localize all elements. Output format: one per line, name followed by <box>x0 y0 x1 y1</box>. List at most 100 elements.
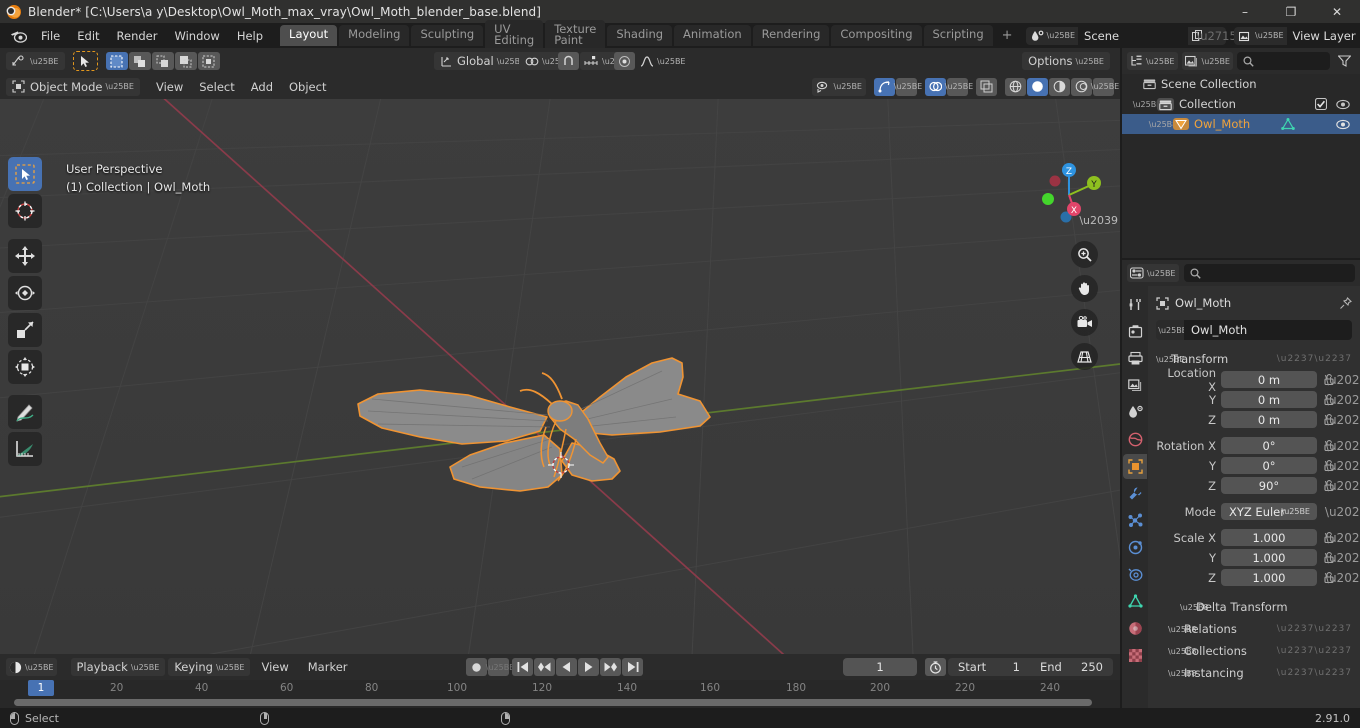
disclosure-triangle-icon[interactable]: \u25B8 <box>1149 120 1178 129</box>
outliner-search-input[interactable] <box>1237 52 1330 70</box>
scene-browse-icon[interactable]: \u25BE <box>1025 26 1079 45</box>
workspace-tab-animation[interactable]: Animation <box>674 25 751 46</box>
collection-visibility-eye-icon[interactable] <box>1336 99 1350 110</box>
outliner-display-mode-dropdown[interactable]: \u25BE <box>1181 52 1233 70</box>
jump-to-end-button[interactable] <box>622 658 643 676</box>
tab-tool[interactable] <box>1123 292 1147 317</box>
outliner-filter-icon[interactable] <box>1334 52 1355 70</box>
gizmo-options-dropdown[interactable]: \u25BE <box>894 77 922 96</box>
start-frame-field[interactable]: Start 1 <box>948 658 1030 676</box>
material-preview-shading-icon[interactable] <box>1049 77 1070 96</box>
select-invert-icon[interactable] <box>174 52 197 70</box>
animate-property-dot[interactable]: \u2022 <box>1325 571 1360 585</box>
relations-panel[interactable]: \u25B8 Relations \u2237\u2237 <box>1156 618 1352 640</box>
viewport-menu-select[interactable]: Select <box>191 78 242 96</box>
overlays-options-dropdown[interactable]: \u25BE <box>945 77 973 96</box>
rotation-z-value[interactable]: 90° <box>1221 477 1317 494</box>
tab-output[interactable] <box>1123 346 1147 371</box>
outliner-editor-type-icon[interactable]: \u25BE <box>1127 52 1178 70</box>
timeline-editor[interactable]: \u25BE Playback \u25BE Keying \u25BE View … <box>0 654 1120 708</box>
snap-toggle-icon[interactable] <box>558 52 579 70</box>
timeline-menu-marker[interactable]: Marker <box>300 658 356 676</box>
viewport-options-dropdown[interactable]: Options \u25BE <box>1022 52 1110 70</box>
instancing-panel[interactable]: \u25B8 Instancing \u2237\u2237 <box>1156 662 1352 684</box>
tab-object-data[interactable] <box>1123 589 1147 614</box>
tool-transform-button[interactable] <box>8 350 42 384</box>
maximize-button[interactable]: ❐ <box>1268 0 1314 23</box>
animate-property-dot[interactable]: \u2022 <box>1325 551 1360 565</box>
menu-render[interactable]: Render <box>109 26 166 46</box>
active-tool-icon[interactable]: \u25BE <box>6 52 65 70</box>
panel-drag-grip[interactable]: \u2237\u2237 <box>1277 646 1352 656</box>
object-visibility-eye-icon[interactable] <box>1336 119 1350 130</box>
viewport-menu-add[interactable]: Add <box>243 78 281 96</box>
workspace-tab-uv-editing[interactable]: UV Editing <box>485 19 544 52</box>
workspace-tab-modeling[interactable]: Modeling <box>339 25 410 46</box>
shading-options-dropdown[interactable]: \u25BE <box>1091 77 1119 96</box>
rotation-x-value[interactable]: 0° <box>1221 437 1317 454</box>
tool-scale-button[interactable] <box>8 313 42 347</box>
minimize-button[interactable]: – <box>1222 0 1268 23</box>
wireframe-shading-icon[interactable] <box>1005 77 1026 96</box>
tab-modifiers[interactable] <box>1123 481 1147 506</box>
current-frame-field[interactable]: 1 <box>843 658 917 676</box>
viewport-menu-object[interactable]: Object <box>281 78 334 96</box>
tab-physics[interactable] <box>1123 535 1147 560</box>
select-subtract-icon[interactable] <box>151 52 174 70</box>
object-visibility-dropdown[interactable]: \u25BE <box>811 77 866 96</box>
jump-to-next-keyframe-button[interactable] <box>600 658 621 676</box>
scale-z-value[interactable]: 1.000 <box>1221 569 1317 586</box>
pan-hand-icon[interactable] <box>1071 275 1098 302</box>
tab-scene[interactable] <box>1123 400 1147 425</box>
viewport-sidebar-toggle[interactable]: \u2039 <box>1079 214 1118 227</box>
end-frame-field[interactable]: End 250 <box>1030 658 1113 676</box>
tool-cursor-button[interactable] <box>8 194 42 228</box>
workspace-tab-layout[interactable]: Layout <box>280 25 338 46</box>
panel-drag-grip[interactable]: \u2237\u2237 <box>1277 624 1352 634</box>
outliner-row-scene-collection[interactable]: Scene Collection <box>1122 74 1360 94</box>
animate-property-dot[interactable]: \u2022 <box>1325 413 1360 427</box>
timeline-ruler[interactable]: 1 20 40 60 80 100 120 140 160 180 200 22… <box>0 680 1120 700</box>
tab-texture[interactable] <box>1123 643 1147 668</box>
menu-file[interactable]: File <box>33 26 68 46</box>
timeline-menu-view[interactable]: View <box>253 658 296 676</box>
tab-world[interactable] <box>1123 427 1147 452</box>
timeline-editor-type-icon[interactable]: \u25BE <box>6 658 57 676</box>
tab-particles[interactable] <box>1123 508 1147 533</box>
tab-material[interactable] <box>1123 616 1147 641</box>
location-x-value[interactable]: 0 m <box>1221 371 1317 388</box>
workspace-tab-compositing[interactable]: Compositing <box>831 25 922 46</box>
add-workspace-button[interactable]: + <box>995 26 1020 45</box>
panel-drag-grip[interactable]: \u2237\u2237 <box>1277 668 1352 678</box>
xray-toggle-icon[interactable] <box>976 77 997 96</box>
close-button[interactable]: ✕ <box>1314 0 1360 23</box>
view-layer-name-field[interactable]: View Layer <box>1286 26 1360 45</box>
3d-viewport[interactable]: \u25BE Global \u25BE \u25BE \u25BE Optio… <box>0 48 1120 654</box>
viewport-canvas[interactable]: User Perspective (1) Collection | Owl_Mo… <box>0 99 1120 654</box>
timeline-menu-keying[interactable]: Keying \u25BE <box>168 658 251 676</box>
workspace-tab-rendering[interactable]: Rendering <box>752 25 830 46</box>
properties-editor-type-icon[interactable]: \u25BE <box>1127 264 1179 282</box>
outliner-editor[interactable]: \u25BE \u25BE Scene Collection \u25BE Co… <box>1122 48 1360 258</box>
toggle-ortho-perspective-icon[interactable] <box>1071 343 1098 370</box>
tab-object[interactable] <box>1123 454 1147 479</box>
outliner-row-collection[interactable]: \u25BE Collection <box>1122 94 1360 114</box>
animate-property-dot[interactable]: \u2022 <box>1325 479 1360 493</box>
workspace-tab-texture-paint[interactable]: Texture Paint <box>545 19 606 52</box>
location-y-value[interactable]: 0 m <box>1221 391 1317 408</box>
tab-render[interactable] <box>1123 319 1147 344</box>
mesh-data-icon[interactable] <box>1281 117 1295 131</box>
object-name-value[interactable]: Owl_Moth <box>1184 320 1352 340</box>
interaction-mode-dropdown[interactable]: Object Mode \u25BE <box>6 77 140 96</box>
show-gizmo-icon[interactable] <box>874 77 895 96</box>
animate-property-dot[interactable]: \u2022 <box>1325 459 1360 473</box>
animate-property-dot[interactable]: \u2022 <box>1325 505 1360 519</box>
workspace-tab-shading[interactable]: Shading <box>607 25 673 46</box>
tool-select-box-button[interactable] <box>8 157 42 191</box>
animate-property-dot[interactable]: \u2022 <box>1325 531 1360 545</box>
select-intersect-icon[interactable] <box>197 52 220 70</box>
properties-editor[interactable]: \u25BE Owl_Moth \u25BE Owl_Moth \u25BE T… <box>1122 260 1360 708</box>
menu-edit[interactable]: Edit <box>69 26 107 46</box>
collection-checkbox[interactable] <box>1315 98 1327 110</box>
outliner-row-owl-moth[interactable]: \u25B8 Owl_Moth <box>1122 114 1360 134</box>
